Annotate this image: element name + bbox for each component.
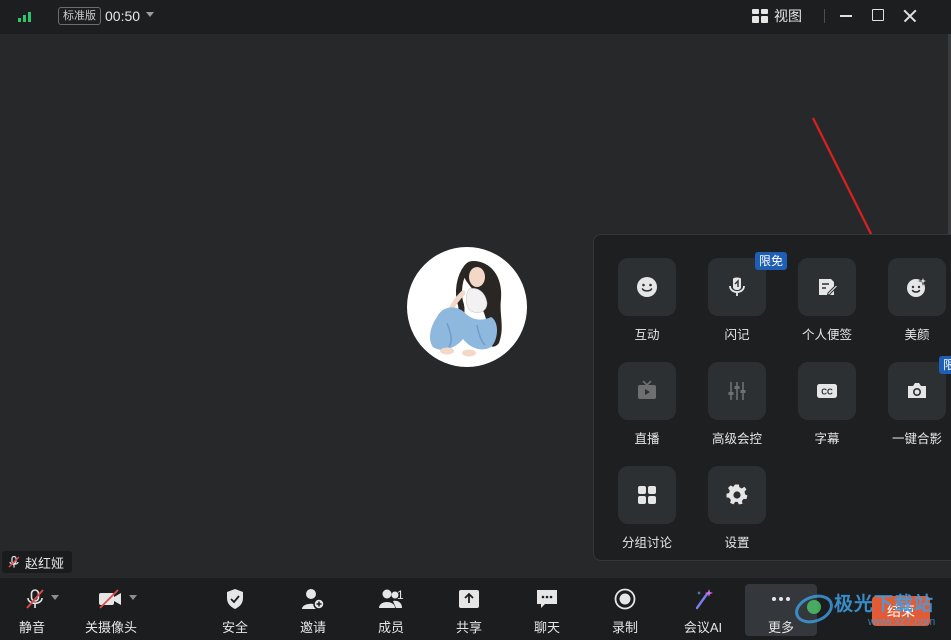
camera-off-button[interactable]: 关摄像头: [76, 578, 146, 640]
tile-interaction-box: [618, 258, 676, 316]
gear-icon: [726, 484, 748, 505]
invite-button[interactable]: 邀请: [278, 578, 348, 640]
grid-four-icon: [638, 486, 656, 504]
security-button[interactable]: 安全: [200, 578, 270, 640]
chevron-down-icon[interactable]: [129, 595, 137, 600]
tile-label: 直播: [634, 432, 660, 446]
tile-settings-box: [708, 466, 766, 524]
avatar-illustration: [430, 261, 502, 357]
record-label: 录制: [611, 620, 638, 635]
record-icon: [613, 588, 637, 610]
members-label: 成员: [377, 620, 404, 635]
minimize-button[interactable]: [833, 4, 859, 28]
tile-live-stream-box: [618, 362, 676, 420]
tile-beauty-box: [888, 258, 946, 316]
ai-wand-icon: [691, 588, 715, 610]
free-promo-badge: 限免: [754, 252, 787, 270]
tile-advanced-control-box: [708, 362, 766, 420]
minimize-icon: [840, 15, 852, 17]
tile-personal-notes-box: [798, 258, 856, 316]
smile-icon: [637, 277, 657, 297]
tile-group-photo-box: [888, 362, 946, 420]
more-features-panel: 互动 限免 闪记 个人便签 美颜 直播 高级会控 CC 字幕 限 一键合影 分组…: [593, 234, 951, 561]
mute-label: 静音: [18, 620, 45, 635]
tile-label: 美颜: [904, 328, 930, 342]
camera-off-icon: [98, 588, 122, 610]
meeting-ai-button[interactable]: 会议AI: [668, 578, 738, 640]
meeting-ai-label: 会议AI: [683, 620, 723, 635]
share-label: 共享: [455, 620, 482, 635]
security-label: 安全: [221, 620, 248, 635]
tile-group-photo[interactable]: 限免 一键合影: [877, 356, 951, 458]
tile-breakout-rooms[interactable]: 分组讨论: [607, 466, 687, 562]
invite-label: 邀请: [299, 620, 326, 635]
tile-label: 互动: [634, 328, 660, 342]
free-promo-badge: 限免: [938, 356, 951, 374]
members-button[interactable]: 1 成员: [356, 578, 426, 640]
record-button[interactable]: 录制: [590, 578, 660, 640]
end-meeting-button[interactable]: 结束: [872, 596, 930, 626]
chevron-down-icon[interactable]: [146, 12, 154, 17]
tile-label: 高级会控: [711, 432, 762, 446]
tile-label: 设置: [724, 536, 750, 550]
chevron-down-icon[interactable]: [51, 595, 59, 600]
note-edit-icon: [819, 279, 838, 296]
participant-name-tag: 赵红娅: [2, 551, 73, 573]
mic-muted-icon: [23, 588, 47, 610]
layout-grid-icon: [752, 9, 768, 23]
tile-breakout-rooms-box: [618, 466, 676, 524]
meeting-timer[interactable]: 00:50: [105, 7, 140, 25]
tile-label: 一键合影: [891, 432, 942, 446]
meeting-window: 标准版 00:50 视图 赵红娅 互动 限免 闪记 个人便签 美颜 直播 高级会…: [0, 0, 951, 640]
tile-label: 个人便签: [801, 328, 852, 342]
tile-live-stream[interactable]: 直播: [607, 362, 687, 458]
chat-label: 聊天: [533, 620, 560, 635]
tile-settings[interactable]: 设置: [697, 466, 777, 562]
more-label: 更多: [767, 620, 794, 635]
add-user-icon: [301, 588, 325, 610]
tile-advanced-control[interactable]: 高级会控: [697, 362, 777, 458]
signal-strength-icon[interactable]: [18, 10, 32, 22]
more-dots-icon: [769, 588, 793, 610]
title-bar: 标准版 00:50 视图: [0, 0, 951, 34]
maximize-button[interactable]: [865, 4, 891, 28]
beauty-icon: [907, 276, 928, 297]
tile-label: 字幕: [814, 432, 840, 446]
edition-badge: 标准版: [58, 7, 101, 25]
maximize-icon: [872, 9, 884, 21]
camera-icon: [908, 383, 926, 398]
tile-subtitles-box: CC: [798, 362, 856, 420]
tile-personal-notes[interactable]: 个人便签: [787, 258, 867, 354]
bottom-toolbar: 静音 关摄像头 安全 邀请 1 成员 共享 聊天 录制 会议AI 更多: [0, 578, 951, 640]
members-count: 1: [397, 588, 404, 602]
view-label: 视图: [774, 8, 802, 24]
more-button[interactable]: 更多: [745, 584, 817, 636]
tile-interaction[interactable]: 互动: [607, 258, 687, 354]
mute-button[interactable]: 静音: [0, 578, 70, 640]
cc-icon: CC: [817, 384, 837, 398]
camera-off-label: 关摄像头: [84, 620, 137, 635]
share-button[interactable]: 共享: [434, 578, 504, 640]
participant-name: 赵红娅: [25, 555, 65, 571]
mic-note-icon: [729, 277, 745, 296]
share-screen-icon: [457, 588, 481, 610]
tile-label: 分组讨论: [621, 536, 672, 550]
close-button[interactable]: [897, 4, 923, 28]
divider: [824, 9, 825, 23]
tile-subtitles[interactable]: CC 字幕: [787, 362, 867, 458]
sliders-icon: [728, 382, 746, 400]
tile-flash-notes[interactable]: 限免 闪记: [697, 252, 787, 354]
tile-beauty[interactable]: 美颜: [877, 258, 951, 354]
view-button[interactable]: 视图: [752, 6, 802, 26]
tv-icon: [638, 380, 656, 399]
shield-icon: [223, 588, 247, 610]
avatar: [407, 247, 527, 367]
mic-muted-icon: [8, 555, 20, 568]
chat-button[interactable]: 聊天: [512, 578, 582, 640]
tile-label: 闪记: [724, 328, 750, 342]
svg-text:CC: CC: [821, 388, 833, 397]
chat-icon: [535, 588, 559, 610]
